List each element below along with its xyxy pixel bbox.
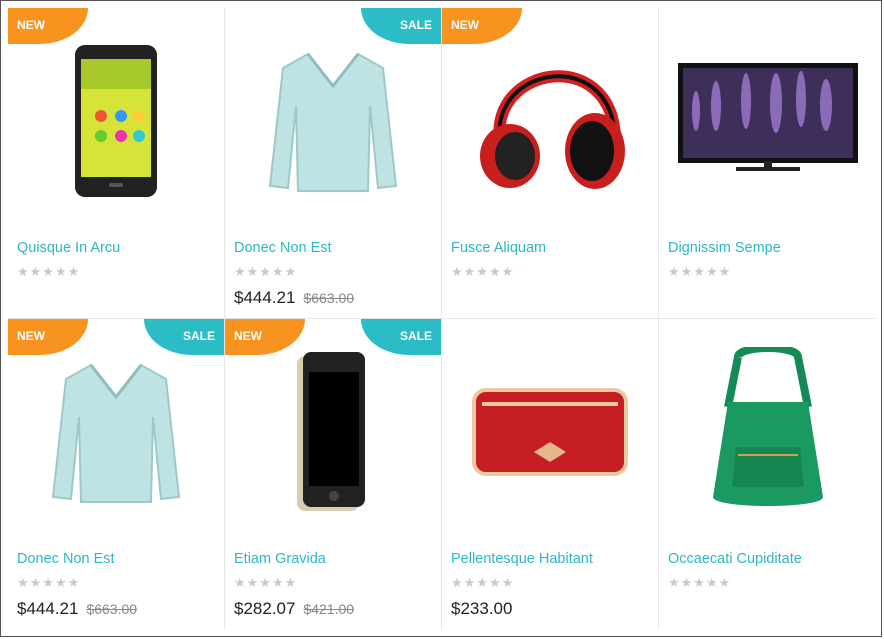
- rating-stars: ★★★★★: [451, 264, 515, 279]
- product-image[interactable]: [659, 36, 876, 206]
- phone-case-icon: [297, 351, 365, 511]
- old-price: $421.00: [303, 601, 355, 617]
- product-name[interactable]: Donec Non Est: [17, 551, 115, 567]
- current-price: $444.21: [17, 599, 79, 618]
- product-image[interactable]: [225, 347, 441, 517]
- price-row: $282.07 $421.00: [234, 599, 354, 619]
- old-price: $663.00: [86, 601, 138, 617]
- product-name[interactable]: Quisque In Arcu: [17, 240, 120, 256]
- product-card[interactable]: Occaecati Cupiditate ★★★★★: [659, 319, 876, 630]
- price-row: $233.00: [451, 599, 512, 619]
- product-name[interactable]: Fusce Aliquam: [451, 240, 546, 256]
- rating-stars: ★★★★★: [668, 264, 732, 279]
- product-image[interactable]: [659, 347, 876, 517]
- headphones-icon: [480, 70, 625, 189]
- product-grid: NEW Quisque In Arcu ★★★★★ SALE Donec Non…: [8, 8, 876, 630]
- current-price: $282.07: [234, 599, 296, 618]
- rating-stars: ★★★★★: [234, 575, 298, 590]
- phone-icon: [75, 45, 157, 197]
- product-card[interactable]: SALE Donec Non Est ★★★★★ $444.21 $663.00: [225, 8, 442, 319]
- tv-icon: [677, 63, 858, 171]
- product-image[interactable]: [442, 347, 658, 517]
- price-row: $444.21 $663.00: [17, 599, 137, 619]
- product-image[interactable]: [8, 347, 224, 517]
- product-image[interactable]: [225, 36, 441, 206]
- sweater-icon: [51, 363, 181, 503]
- rating-stars: ★★★★★: [17, 575, 81, 590]
- product-name[interactable]: Dignissim Sempe: [668, 240, 781, 256]
- rating-stars: ★★★★★: [234, 264, 298, 279]
- price-row: $444.21 $663.00: [234, 288, 354, 308]
- product-name[interactable]: Etiam Gravida: [234, 551, 326, 567]
- old-price: $663.00: [303, 290, 355, 306]
- product-image[interactable]: [442, 36, 658, 206]
- sweater-icon: [268, 52, 398, 192]
- backpack-icon: [712, 347, 823, 506]
- rating-stars: ★★★★★: [668, 575, 732, 590]
- product-card[interactable]: NEW Fusce Aliquam ★★★★★: [442, 8, 659, 319]
- product-name[interactable]: Pellentesque Habitant: [451, 551, 593, 567]
- product-name[interactable]: Donec Non Est: [234, 240, 332, 256]
- current-price: $444.21: [234, 288, 296, 307]
- rating-stars: ★★★★★: [451, 575, 515, 590]
- current-price: $233.00: [451, 599, 513, 618]
- product-name[interactable]: Occaecati Cupiditate: [668, 551, 802, 567]
- product-image[interactable]: [8, 36, 224, 206]
- rating-stars: ★★★★★: [17, 264, 81, 279]
- product-card[interactable]: NEW SALE Donec Non Est ★★★★★ $444.21 $663…: [8, 319, 225, 630]
- product-card[interactable]: Dignissim Sempe ★★★★★: [659, 8, 876, 319]
- product-card[interactable]: NEW Quisque In Arcu ★★★★★: [8, 8, 225, 319]
- pouch-icon: [472, 388, 628, 476]
- product-card[interactable]: Pellentesque Habitant ★★★★★ $233.00: [442, 319, 659, 630]
- product-card[interactable]: NEW SALE Etiam Gravida ★★★★★ $282.07 $421…: [225, 319, 442, 630]
